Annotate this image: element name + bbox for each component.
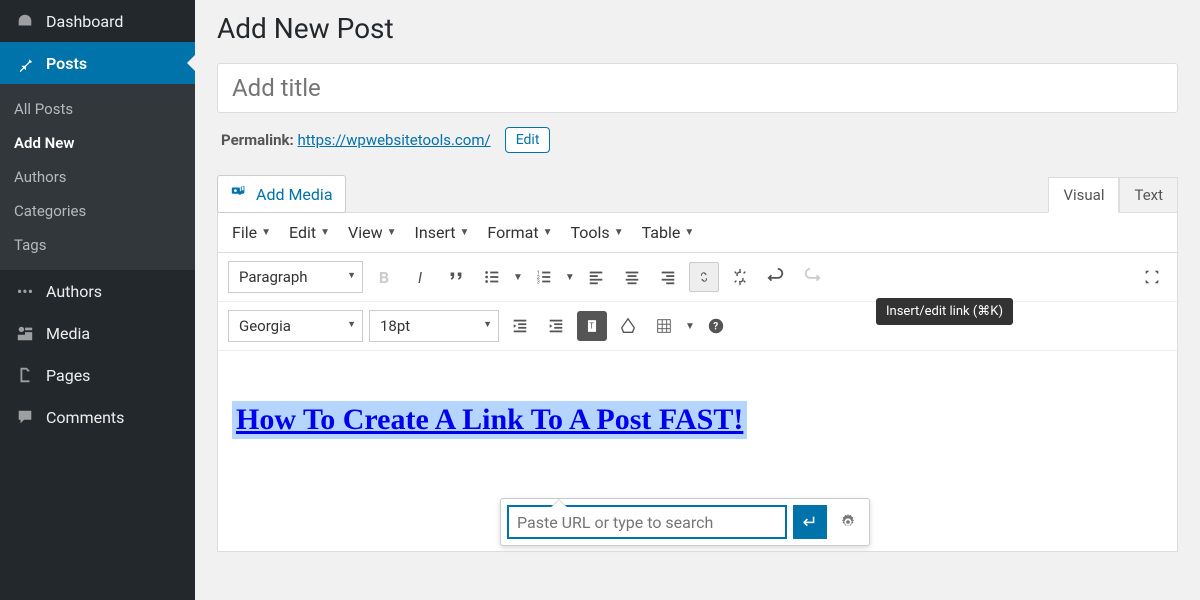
- indent-button[interactable]: [541, 311, 571, 341]
- clear-formatting-button[interactable]: [613, 311, 643, 341]
- sidebar-label: Media: [46, 324, 90, 343]
- bullet-list-button[interactable]: [477, 262, 507, 292]
- sidebar-item-media[interactable]: Media: [0, 312, 195, 354]
- align-center-button[interactable]: [617, 262, 647, 292]
- pages-icon: [14, 364, 36, 386]
- sidebar-sub-categories[interactable]: Categories: [0, 194, 195, 228]
- toolbar-row-1: Paragraph B I ▼ 123 ▼: [218, 253, 1177, 302]
- link-insert-popup: ↵: [500, 498, 870, 546]
- dashboard-icon: [14, 10, 36, 32]
- format-select[interactable]: Paragraph: [228, 261, 363, 293]
- sidebar-label: Dashboard: [46, 12, 123, 31]
- add-media-button[interactable]: Add Media: [217, 175, 346, 213]
- link-apply-button[interactable]: ↵: [793, 505, 827, 539]
- sidebar-item-posts[interactable]: Posts: [0, 42, 195, 84]
- media-icon: [14, 322, 36, 344]
- sidebar-item-authors[interactable]: ••• Authors: [0, 270, 195, 312]
- sidebar-label: Comments: [46, 408, 124, 427]
- sidebar-label: Posts: [46, 54, 87, 73]
- editor-tabs: Visual Text: [1048, 177, 1178, 213]
- sidebar-sub-add-new[interactable]: Add New: [0, 126, 195, 160]
- toolbar-row-2: Georgia 18pt T Insert/edit link (⌘K) ▼ ?: [218, 302, 1177, 351]
- help-button[interactable]: ?: [701, 311, 731, 341]
- link-tooltip: Insert/edit link (⌘K): [876, 298, 1013, 325]
- italic-button[interactable]: I: [405, 262, 435, 292]
- editor-menubar: File▼ Edit▼ View▼ Insert▼ Format▼ Tools▼…: [218, 213, 1177, 253]
- menu-view[interactable]: View▼: [348, 223, 397, 242]
- sidebar-sub-tags[interactable]: Tags: [0, 228, 195, 262]
- font-family-select[interactable]: Georgia: [228, 310, 363, 342]
- menu-edit[interactable]: Edit▼: [289, 223, 330, 242]
- svg-text:T: T: [589, 321, 594, 331]
- permalink-row: Permalink: https://wpwebsitetools.com/ E…: [221, 127, 1174, 153]
- table-button[interactable]: [649, 311, 679, 341]
- dots-icon: •••: [14, 280, 36, 302]
- link-url-input[interactable]: [507, 505, 787, 539]
- edit-permalink-button[interactable]: Edit: [505, 127, 551, 153]
- undo-button[interactable]: [761, 262, 791, 292]
- redo-button[interactable]: [797, 262, 827, 292]
- comments-icon: [14, 406, 36, 428]
- page-title: Add New Post: [217, 12, 1178, 45]
- link-settings-button[interactable]: [833, 507, 863, 537]
- menu-insert[interactable]: Insert▼: [415, 223, 470, 242]
- permalink-label: Permalink:: [221, 131, 294, 149]
- sidebar-sub-all-posts[interactable]: All Posts: [0, 92, 195, 126]
- sidebar-label: Pages: [46, 366, 90, 385]
- sidebar-sub-authors[interactable]: Authors: [0, 160, 195, 194]
- align-left-button[interactable]: [581, 262, 611, 292]
- blockquote-button[interactable]: [441, 262, 471, 292]
- menu-file[interactable]: File▼: [232, 223, 271, 242]
- svg-text:?: ?: [713, 322, 718, 333]
- font-size-select[interactable]: 18pt: [369, 310, 499, 342]
- unlink-button[interactable]: [725, 262, 755, 292]
- menu-format[interactable]: Format▼: [487, 223, 552, 242]
- fullscreen-button[interactable]: [1137, 262, 1167, 292]
- menu-table[interactable]: Table▼: [642, 223, 695, 242]
- numbered-list-button[interactable]: 123: [529, 262, 559, 292]
- tab-text[interactable]: Text: [1119, 177, 1178, 213]
- link-button[interactable]: [689, 262, 719, 292]
- camera-music-icon: [230, 183, 248, 205]
- sidebar-submenu: All Posts Add New Authors Categories Tag…: [0, 84, 195, 270]
- sidebar-item-pages[interactable]: Pages: [0, 354, 195, 396]
- sidebar-item-comments[interactable]: Comments: [0, 396, 195, 438]
- svg-text:3: 3: [537, 279, 540, 285]
- menu-tools[interactable]: Tools▼: [571, 223, 624, 242]
- sidebar-label: Authors: [46, 282, 102, 301]
- post-title-input[interactable]: [217, 63, 1178, 113]
- align-right-button[interactable]: [653, 262, 683, 292]
- selected-link-text[interactable]: How To Create A Link To A Post FAST!: [232, 401, 747, 439]
- paste-text-button[interactable]: T: [577, 311, 607, 341]
- admin-sidebar: Dashboard Posts All Posts Add New Author…: [0, 0, 195, 600]
- sidebar-item-dashboard[interactable]: Dashboard: [0, 0, 195, 42]
- pin-icon: [14, 52, 36, 74]
- outdent-button[interactable]: [505, 311, 535, 341]
- tab-visual[interactable]: Visual: [1048, 177, 1119, 213]
- add-media-label: Add Media: [256, 185, 333, 204]
- bold-button[interactable]: B: [369, 262, 399, 292]
- permalink-url[interactable]: https://wpwebsitetools.com/: [298, 131, 491, 149]
